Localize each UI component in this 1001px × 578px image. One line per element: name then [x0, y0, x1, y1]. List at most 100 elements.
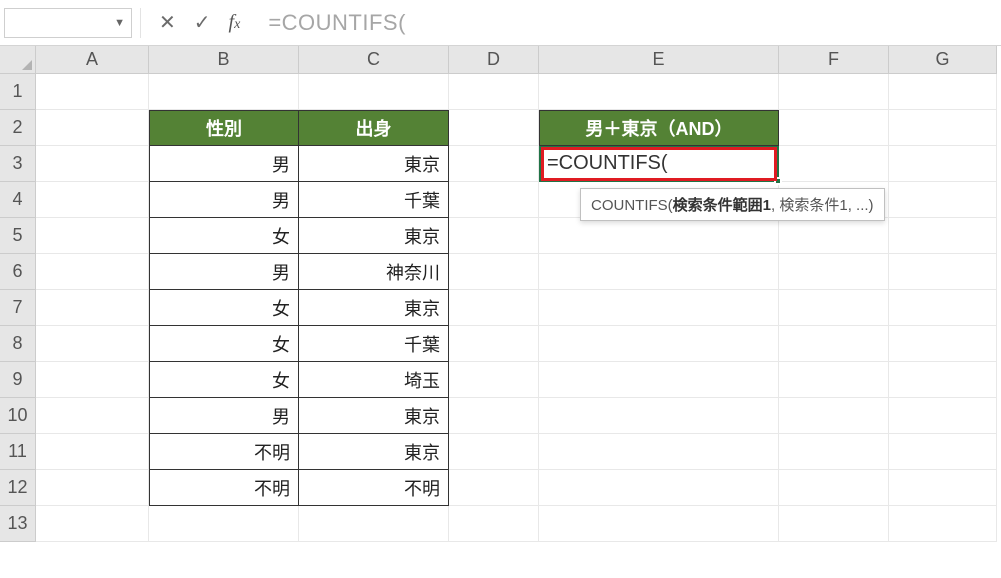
col-header-g[interactable]: G: [889, 46, 997, 74]
row-header-10[interactable]: 10: [0, 398, 36, 434]
cell-e5[interactable]: [539, 218, 779, 254]
row-header-2[interactable]: 2: [0, 110, 36, 146]
cell-c7[interactable]: 東京: [299, 290, 449, 326]
cell-c12[interactable]: 不明: [299, 470, 449, 506]
cell-g13[interactable]: [889, 506, 997, 542]
row-header-4[interactable]: 4: [0, 182, 36, 218]
cell-f6[interactable]: [779, 254, 889, 290]
cell-e11[interactable]: [539, 434, 779, 470]
row-header-6[interactable]: 6: [0, 254, 36, 290]
cell-b3[interactable]: 男: [149, 146, 299, 182]
cell-b10[interactable]: 男: [149, 398, 299, 434]
cell-g12[interactable]: [889, 470, 997, 506]
cell-f10[interactable]: [779, 398, 889, 434]
cell-e1[interactable]: [539, 74, 779, 110]
cell-f13[interactable]: [779, 506, 889, 542]
cell-c4[interactable]: 千葉: [299, 182, 449, 218]
row-header-12[interactable]: 12: [0, 470, 36, 506]
cell-d5[interactable]: [449, 218, 539, 254]
row-header-1[interactable]: 1: [0, 74, 36, 110]
formula-input[interactable]: =COUNTIFS(: [250, 10, 997, 36]
row-header-9[interactable]: 9: [0, 362, 36, 398]
cell-b12[interactable]: 不明: [149, 470, 299, 506]
cell-e12[interactable]: [539, 470, 779, 506]
cell-d3[interactable]: [449, 146, 539, 182]
cell-a12[interactable]: [36, 470, 149, 506]
cell-c10[interactable]: 東京: [299, 398, 449, 434]
cell-c2[interactable]: 出身: [299, 110, 449, 146]
cell-c3[interactable]: 東京: [299, 146, 449, 182]
cell-e3[interactable]: =COUNTIFS(: [539, 146, 779, 182]
cell-c8[interactable]: 千葉: [299, 326, 449, 362]
cell-g11[interactable]: [889, 434, 997, 470]
cell-a5[interactable]: [36, 218, 149, 254]
cell-g6[interactable]: [889, 254, 997, 290]
cell-d1[interactable]: [449, 74, 539, 110]
col-header-e[interactable]: E: [539, 46, 779, 74]
name-box[interactable]: ▼: [4, 8, 132, 38]
cell-d12[interactable]: [449, 470, 539, 506]
cell-f3[interactable]: [779, 146, 889, 182]
cell-a4[interactable]: [36, 182, 149, 218]
cell-a7[interactable]: [36, 290, 149, 326]
cell-f8[interactable]: [779, 326, 889, 362]
cell-e9[interactable]: [539, 362, 779, 398]
cell-b4[interactable]: 男: [149, 182, 299, 218]
col-header-a[interactable]: A: [36, 46, 149, 74]
cell-c11[interactable]: 東京: [299, 434, 449, 470]
cell-a3[interactable]: [36, 146, 149, 182]
cancel-icon[interactable]: ✕: [159, 10, 176, 35]
cell-d7[interactable]: [449, 290, 539, 326]
cell-a9[interactable]: [36, 362, 149, 398]
cell-d9[interactable]: [449, 362, 539, 398]
enter-icon[interactable]: ✓: [194, 10, 211, 35]
cell-c13[interactable]: [299, 506, 449, 542]
row-header-8[interactable]: 8: [0, 326, 36, 362]
col-header-b[interactable]: B: [149, 46, 299, 74]
col-header-d[interactable]: D: [449, 46, 539, 74]
cell-a13[interactable]: [36, 506, 149, 542]
col-header-c[interactable]: C: [299, 46, 449, 74]
cell-c9[interactable]: 埼玉: [299, 362, 449, 398]
select-all-corner[interactable]: [0, 46, 36, 74]
cell-a11[interactable]: [36, 434, 149, 470]
cell-e2[interactable]: 男＋東京（AND）: [539, 110, 779, 146]
cell-e7[interactable]: [539, 290, 779, 326]
cell-d11[interactable]: [449, 434, 539, 470]
cell-b9[interactable]: 女: [149, 362, 299, 398]
cell-c6[interactable]: 神奈川: [299, 254, 449, 290]
row-header-11[interactable]: 11: [0, 434, 36, 470]
cell-b5[interactable]: 女: [149, 218, 299, 254]
cell-a1[interactable]: [36, 74, 149, 110]
row-header-3[interactable]: 3: [0, 146, 36, 182]
row-header-5[interactable]: 5: [0, 218, 36, 254]
cell-e10[interactable]: [539, 398, 779, 434]
cell-g1[interactable]: [889, 74, 997, 110]
cell-e13[interactable]: [539, 506, 779, 542]
row-header-13[interactable]: 13: [0, 506, 36, 542]
cell-f1[interactable]: [779, 74, 889, 110]
cell-b7[interactable]: 女: [149, 290, 299, 326]
fx-icon[interactable]: fx: [229, 11, 241, 34]
cell-c1[interactable]: [299, 74, 449, 110]
cell-d13[interactable]: [449, 506, 539, 542]
cell-b1[interactable]: [149, 74, 299, 110]
cell-b11[interactable]: 不明: [149, 434, 299, 470]
col-header-f[interactable]: F: [779, 46, 889, 74]
spreadsheet-grid[interactable]: A B C D E F G 1 2 性別 出身 男＋東京（AND） 3男東京=C…: [0, 46, 1001, 542]
cell-f11[interactable]: [779, 434, 889, 470]
cell-g2[interactable]: [889, 110, 997, 146]
cell-f2[interactable]: [779, 110, 889, 146]
cell-b6[interactable]: 男: [149, 254, 299, 290]
cell-g7[interactable]: [889, 290, 997, 326]
cell-b13[interactable]: [149, 506, 299, 542]
dropdown-icon[interactable]: ▼: [114, 17, 125, 29]
cell-g9[interactable]: [889, 362, 997, 398]
cell-d8[interactable]: [449, 326, 539, 362]
cell-d6[interactable]: [449, 254, 539, 290]
cell-g4[interactable]: [889, 182, 997, 218]
row-header-7[interactable]: 7: [0, 290, 36, 326]
cell-d10[interactable]: [449, 398, 539, 434]
cell-g8[interactable]: [889, 326, 997, 362]
cell-f5[interactable]: [779, 218, 889, 254]
